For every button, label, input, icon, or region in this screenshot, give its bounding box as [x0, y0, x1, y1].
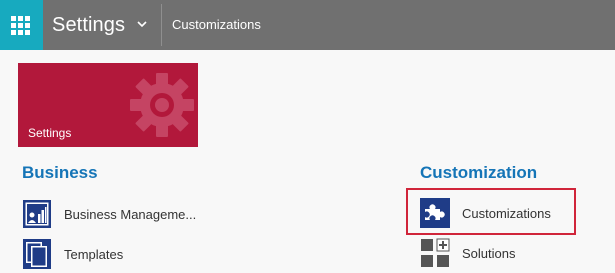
customizations-link[interactable]: Customizations [420, 198, 551, 228]
area-selector[interactable]: Settings [43, 0, 161, 50]
templates-icon [23, 239, 51, 269]
settings-tile[interactable]: Settings [18, 63, 198, 147]
puzzle-piece-icon [420, 198, 450, 228]
business-management-icon [23, 200, 51, 228]
area-title: Settings [52, 13, 126, 36]
business-management-link[interactable]: Business Manageme... [22, 199, 196, 229]
chevron-down-icon [137, 21, 147, 28]
top-navigation-bar: Settings Customizations [0, 0, 615, 50]
solutions-label: Solutions [462, 245, 516, 261]
nav-divider [161, 4, 162, 46]
gear-icon [130, 73, 194, 137]
solutions-link[interactable]: Solutions [420, 238, 515, 268]
tile-label: Settings [28, 126, 72, 140]
waffle-grid-icon [11, 16, 30, 35]
customization-heading: Customization [420, 163, 538, 182]
customizations-label: Customizations [462, 205, 551, 221]
app-launcher-button[interactable] [0, 0, 43, 50]
breadcrumb-customizations[interactable]: Customizations [172, 0, 261, 50]
business-heading: Business [22, 163, 98, 182]
solutions-icon [421, 238, 450, 267]
business-management-label: Business Manageme... [64, 206, 197, 222]
templates-link[interactable]: Templates [22, 239, 123, 269]
templates-label: Templates [64, 246, 124, 262]
